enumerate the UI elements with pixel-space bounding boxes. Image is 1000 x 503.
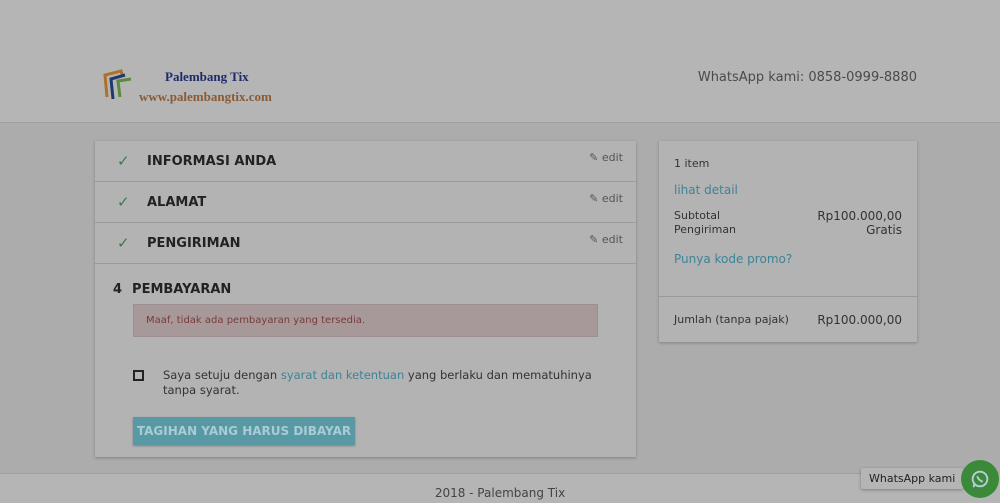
terms-link[interactable]: syarat dan ketentuan (281, 368, 404, 382)
step-title: INFORMASI ANDA (147, 153, 277, 169)
shipping-value: Gratis (866, 223, 902, 237)
logo-icon (103, 69, 132, 100)
step-number: 4 (113, 282, 123, 297)
pencil-icon: ✎ (589, 151, 599, 164)
pencil-icon: ✎ (589, 233, 599, 246)
step-pembayaran: 4 PEMBAYARAN Maaf, tidak ada pembayaran y… (95, 264, 636, 457)
edit-label: edit (601, 151, 623, 164)
footer-text: 2018 - Palembang Tix (434, 486, 566, 500)
logo[interactable]: Palembang Tix www.palembangtix.com (103, 67, 272, 105)
subtotal-label: Subtotal (674, 209, 721, 222)
shipping-label: Pengiriman (674, 223, 737, 236)
promo-link[interactable]: Punya kode promo? (674, 252, 902, 266)
logo-url: www.palembangtix.com (139, 89, 272, 104)
whatsapp-icon (971, 470, 989, 488)
step-alamat[interactable]: ✓ ALAMAT ✎ edit (95, 182, 636, 223)
total-value: Rp100.000,00 (817, 313, 902, 327)
step-title: PENGIRIMAN (147, 235, 241, 251)
terms-text: Saya setuju dengan (163, 368, 281, 382)
edit-label: edit (601, 233, 623, 246)
check-icon: ✓ (117, 152, 130, 170)
step-title: PEMBAYARAN (132, 282, 232, 297)
step-pengiriman[interactable]: ✓ PENGIRIMAN ✎ edit (95, 223, 636, 264)
total-label: Jumlah (tanpa pajak) (674, 313, 789, 326)
terms-checkbox[interactable] (133, 370, 144, 381)
whatsapp-tooltip[interactable]: WhatsApp kami (861, 468, 964, 489)
whatsapp-button[interactable] (961, 460, 999, 498)
edit-link[interactable]: ✎ edit (589, 233, 623, 246)
check-icon: ✓ (117, 234, 130, 252)
terms-agreement: Saya setuju dengan syarat dan ketentuan … (133, 368, 598, 398)
site-header: Palembang Tix www.palembangtix.com Whats… (0, 0, 1000, 123)
step-informasi[interactable]: ✓ INFORMASI ANDA ✎ edit (95, 141, 636, 182)
whatsapp-contact: WhatsApp kami: 0858-0999-8880 (697, 70, 917, 85)
edit-label: edit (601, 192, 623, 205)
cart-summary: 1 item lihat detail Subtotal Rp100.000,00… (659, 141, 917, 342)
subtotal-value: Rp100.000,00 (817, 209, 902, 223)
payment-alert: Maaf, tidak ada pembayaran yang tersedia… (133, 304, 598, 337)
step-title: ALAMAT (147, 194, 207, 210)
check-icon: ✓ (117, 193, 130, 211)
view-detail-link[interactable]: lihat detail (674, 183, 902, 197)
pencil-icon: ✎ (589, 192, 599, 205)
footer: 2018 - Palembang Tix (0, 473, 1000, 503)
edit-link[interactable]: ✎ edit (589, 151, 623, 164)
checkout-steps: ✓ INFORMASI ANDA ✎ edit ✓ ALAMAT ✎ edit ✓ PEN… (95, 141, 636, 457)
pay-button[interactable]: TAGIHAN YANG HARUS DIBAYAR (133, 417, 355, 445)
logo-title: Palembang Tix (165, 69, 249, 84)
edit-link[interactable]: ✎ edit (589, 192, 623, 205)
item-count: 1 item (674, 157, 710, 170)
